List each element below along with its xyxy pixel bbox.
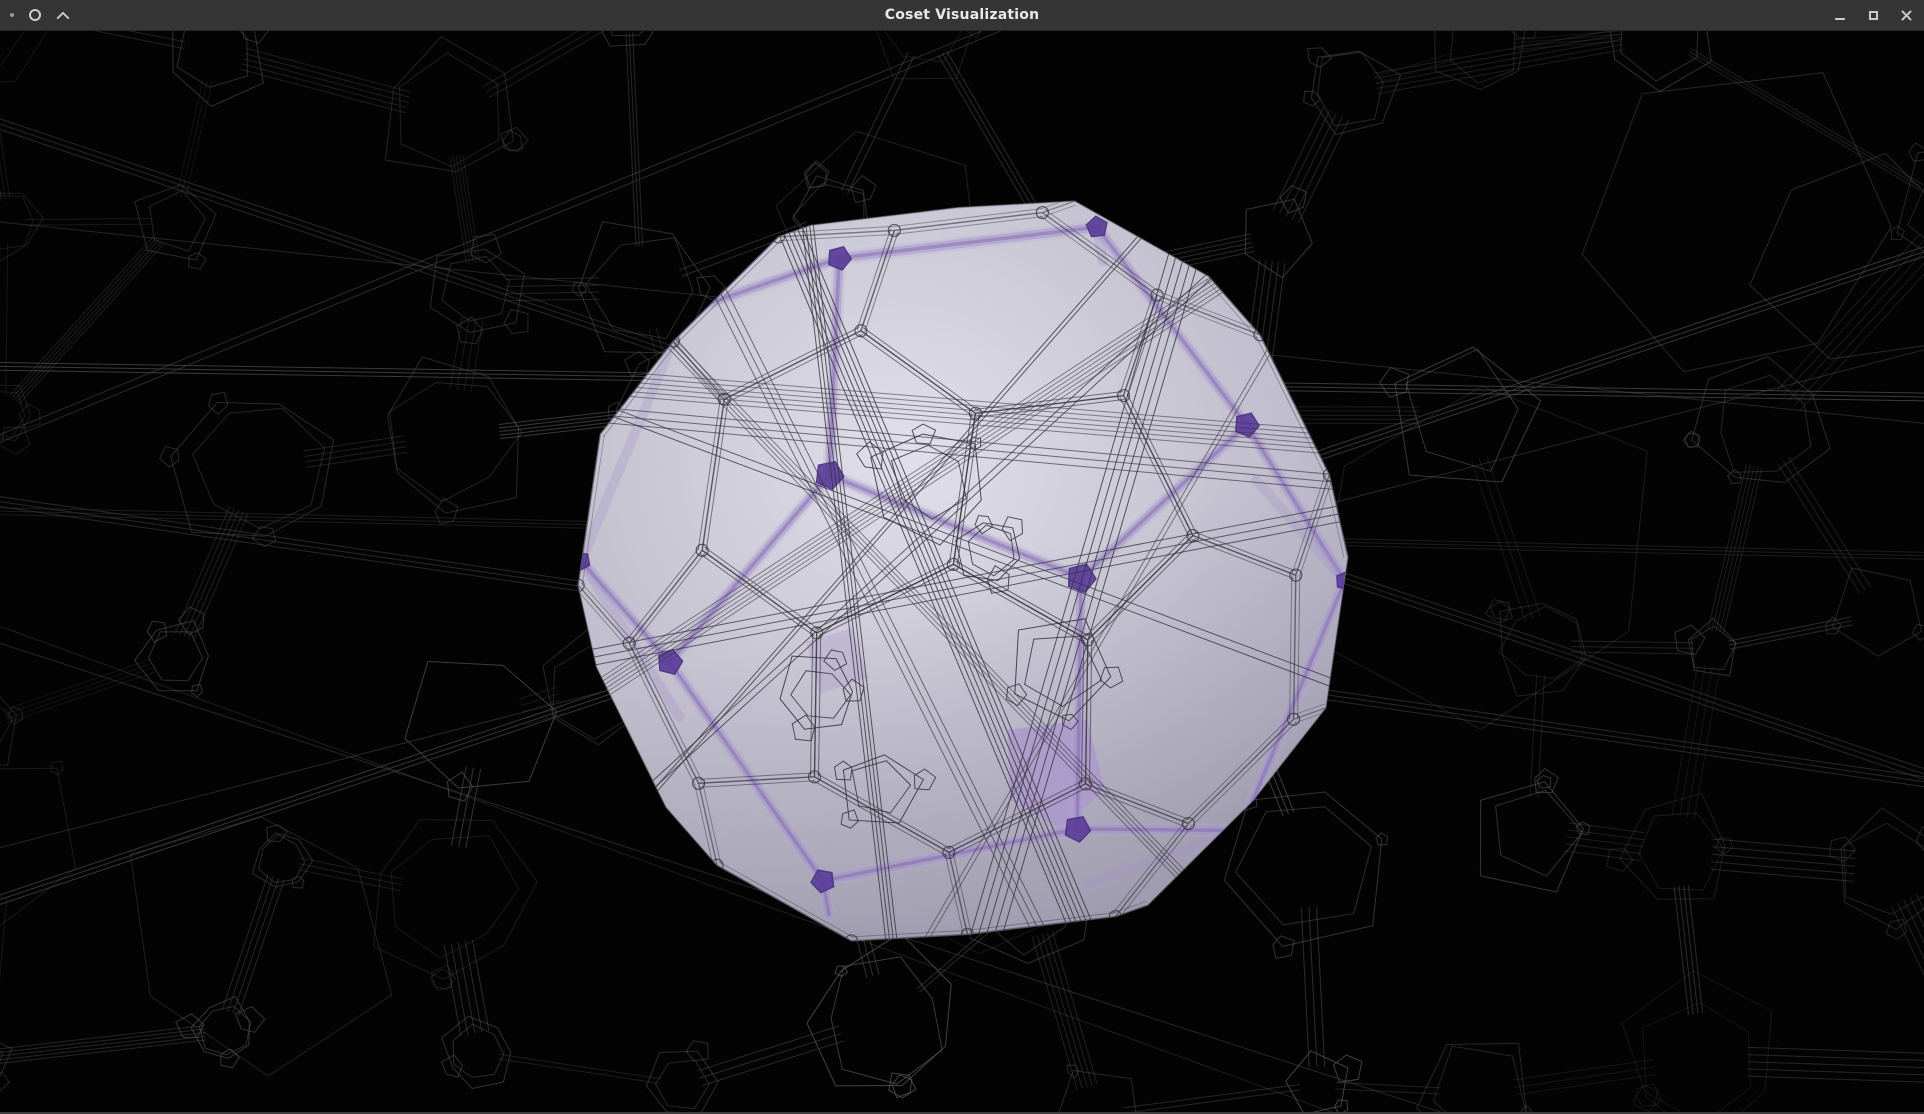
window-title: Coset Visualization: [0, 0, 1924, 30]
close-icon: [1901, 10, 1912, 21]
dot-icon: [10, 13, 14, 17]
titlebar-left-controls: [10, 0, 70, 30]
chevron-up-icon[interactable]: [56, 11, 70, 20]
close-button[interactable]: [1898, 7, 1914, 23]
3d-viewport[interactable]: [0, 31, 1924, 1114]
titlebar: Coset Visualization: [0, 0, 1924, 31]
circle-icon[interactable]: [29, 9, 41, 21]
coset-visualization-render: [0, 31, 1924, 1112]
minimize-icon: [1835, 18, 1845, 20]
maximize-icon: [1869, 11, 1878, 20]
window-controls: [1832, 0, 1914, 30]
maximize-button[interactable]: [1865, 7, 1881, 23]
minimize-button[interactable]: [1832, 7, 1848, 23]
